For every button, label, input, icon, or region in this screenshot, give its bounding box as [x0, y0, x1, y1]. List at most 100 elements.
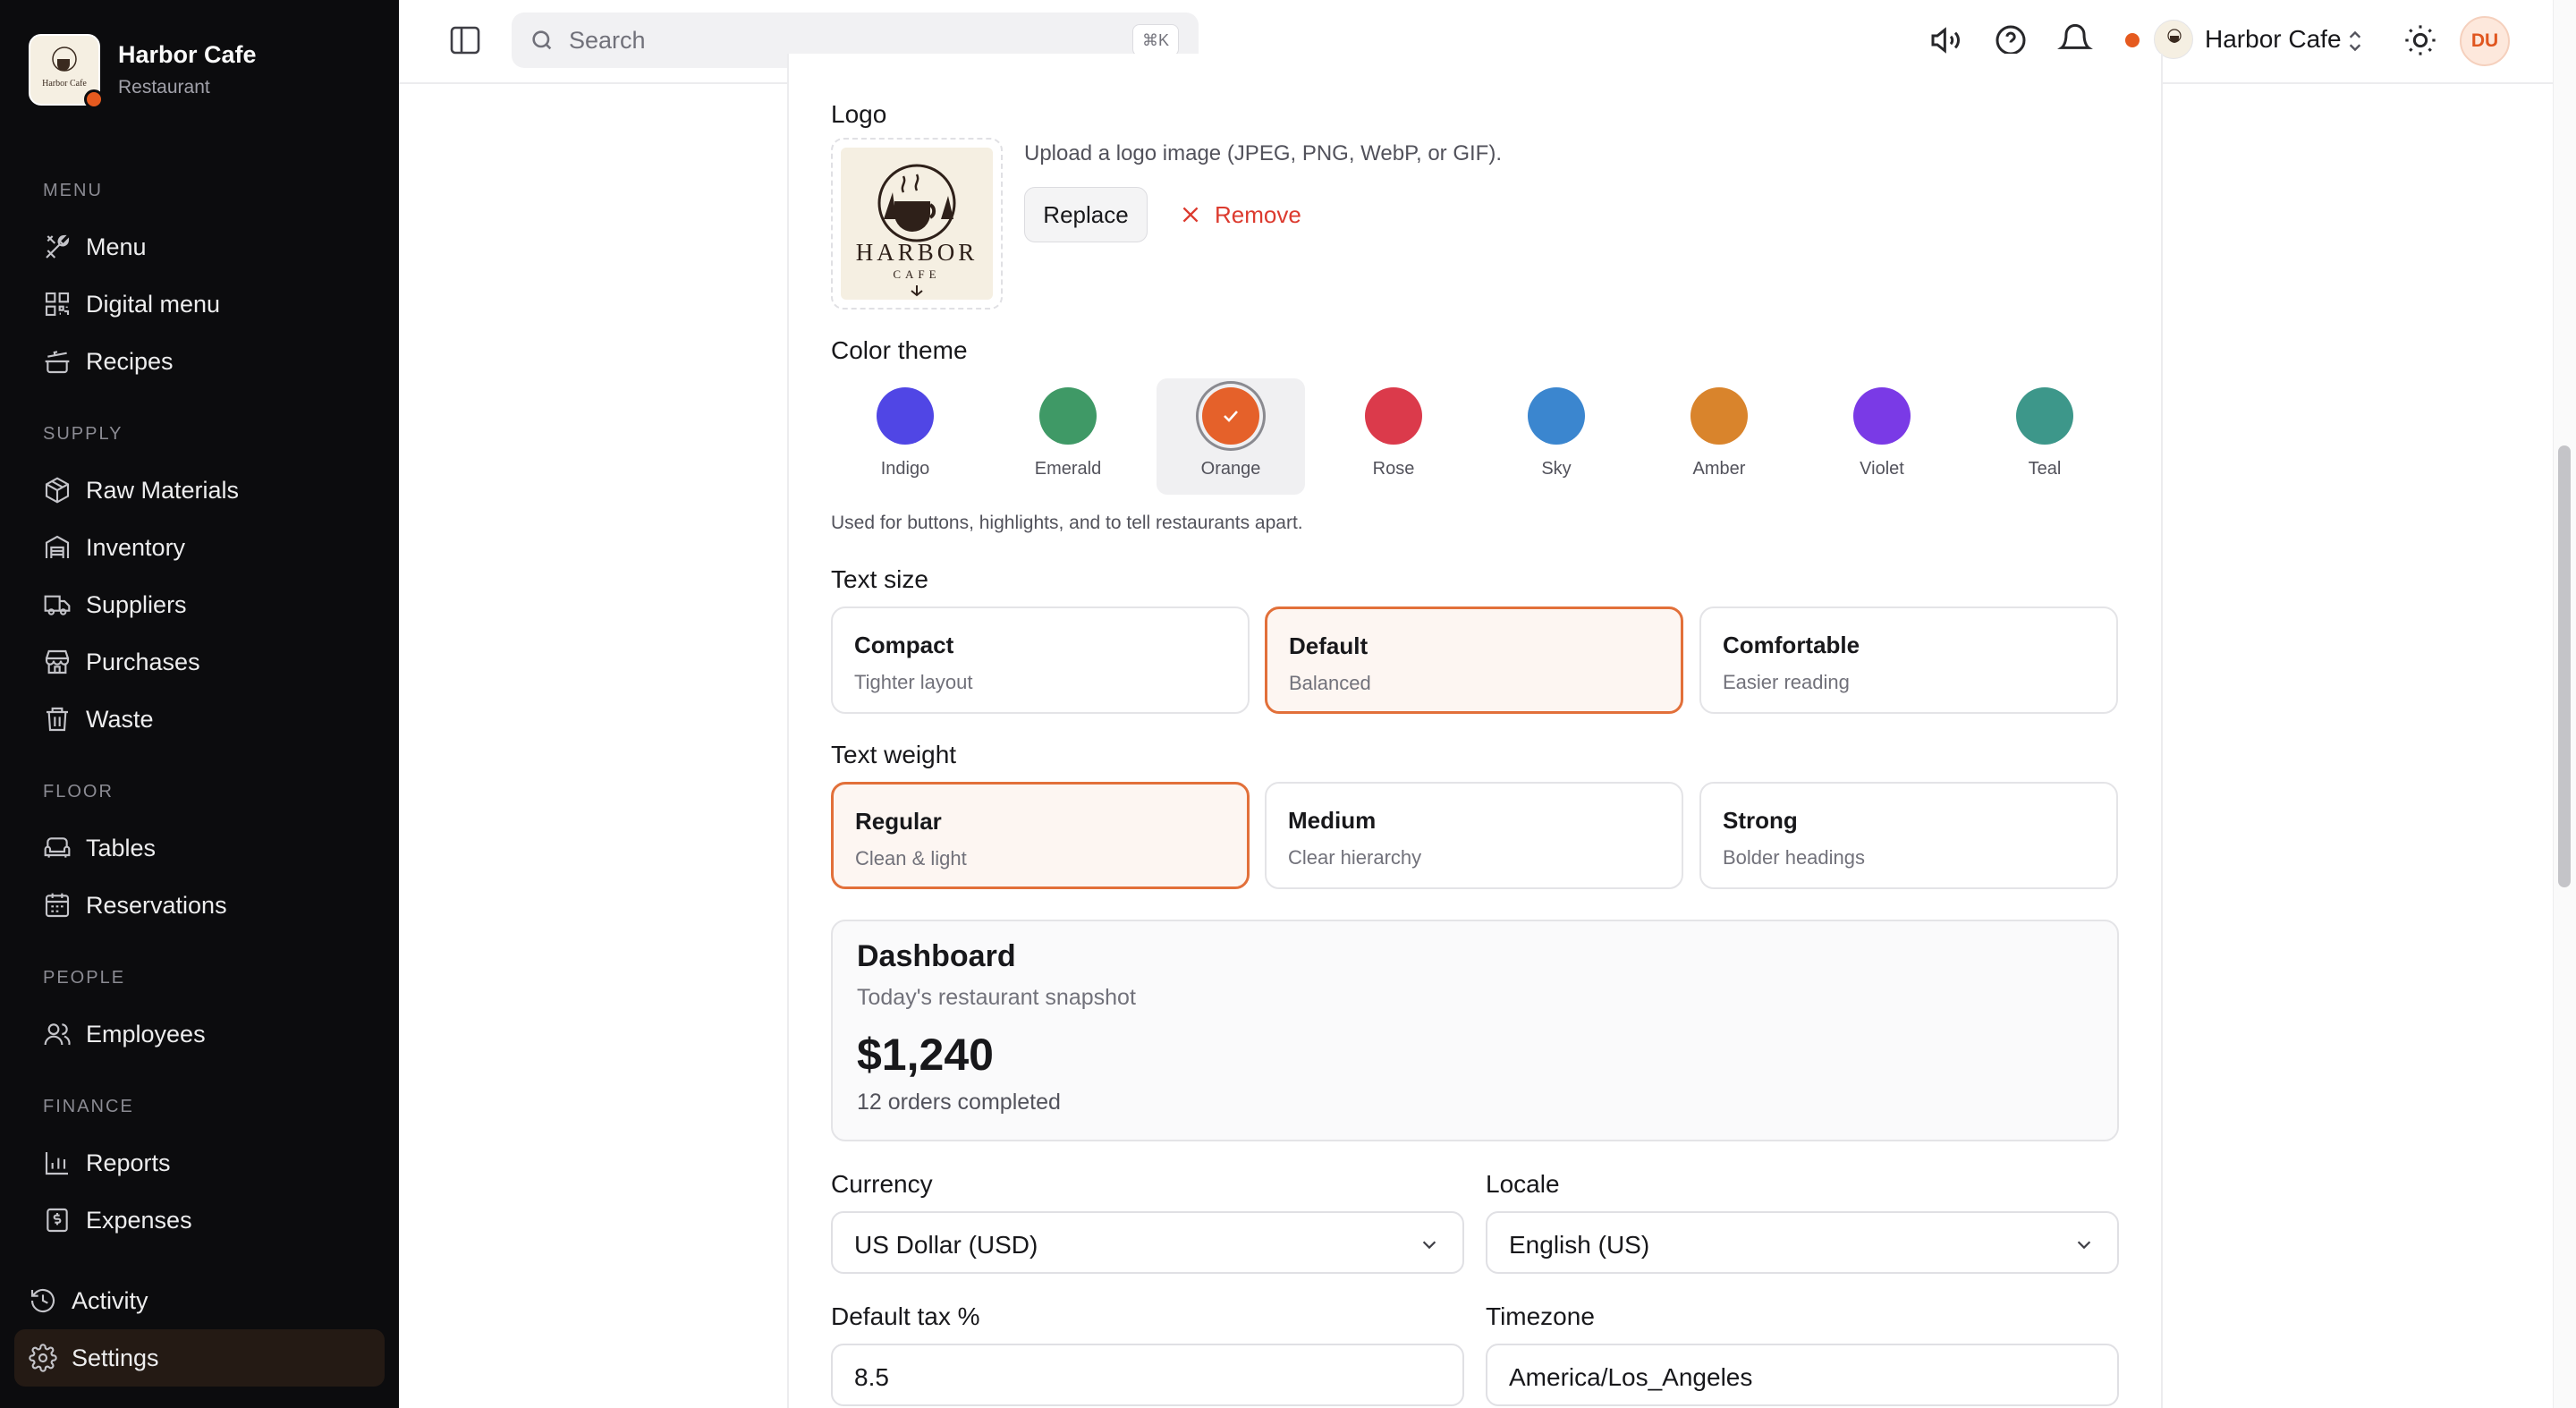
user-avatar[interactable]: DU — [2460, 16, 2510, 66]
sidebar-item-waste[interactable]: Waste — [43, 696, 154, 742]
brand-name: Harbor Cafe — [118, 41, 257, 68]
chevron-down-icon — [2077, 1241, 2091, 1250]
sidebar-item-reports[interactable]: Reports — [43, 1140, 171, 1186]
remove-logo-button[interactable]: Remove — [1179, 187, 1301, 242]
bell-icon[interactable] — [2057, 22, 2093, 58]
option-subtitle: Clear hierarchy — [1288, 846, 1422, 869]
sidebar-item-recipes[interactable]: Recipes — [43, 338, 174, 385]
text-weight-regular[interactable]: Regular Clean & light — [831, 782, 1250, 889]
option-subtitle: Balanced — [1289, 672, 1371, 694]
timezone-label: Timezone — [1486, 1302, 1595, 1330]
text-weight-medium[interactable]: Medium Clear hierarchy — [1265, 782, 1683, 889]
bar-chart-icon — [45, 1152, 68, 1175]
sofa-icon — [44, 837, 71, 858]
sidebar-item-reservations[interactable]: Reservations — [43, 882, 227, 929]
sidebar-item-suppliers[interactable]: Suppliers — [43, 581, 187, 628]
color-theme-label: Color theme — [831, 336, 968, 364]
sidebar-item-employees[interactable]: Employees — [43, 1011, 206, 1057]
text-size-default[interactable]: Default Balanced — [1265, 606, 1683, 714]
locale-value: English (US) — [1509, 1231, 1650, 1259]
swatch-orange[interactable]: Orange — [1157, 378, 1305, 495]
svg-text:HARBOR: HARBOR — [856, 239, 979, 266]
sidebar-item-purchases[interactable]: Purchases — [43, 639, 200, 685]
sidebar-toggle-icon[interactable] — [449, 25, 483, 55]
currency-value: US Dollar (USD) — [854, 1231, 1038, 1259]
swatch-amber[interactable]: Amber — [1645, 378, 1793, 495]
sidebar-item-label: Tables — [86, 834, 157, 861]
svg-text:Harbor Cafe: Harbor Cafe — [42, 79, 87, 89]
sidebar-item-label: Purchases — [86, 648, 200, 675]
scrollbar-thumb[interactable] — [2558, 445, 2571, 887]
sidebar-item-label: Activity — [72, 1286, 148, 1314]
svg-text:CAFE: CAFE — [893, 267, 940, 281]
text-weight-strong[interactable]: Strong Bolder headings — [1699, 782, 2118, 889]
close-icon — [1182, 207, 1199, 223]
utensils-icon — [46, 234, 70, 259]
swatch-sky[interactable]: Sky — [1482, 378, 1631, 495]
section-menu: MENU — [43, 181, 103, 200]
swatch-circle — [1528, 387, 1585, 445]
package-icon — [45, 477, 70, 504]
preview-title: Dashboard — [857, 939, 1016, 973]
swatch-label: Sky — [1541, 459, 1572, 479]
store-icon — [45, 649, 70, 674]
check-icon — [1202, 387, 1259, 445]
option-subtitle: Clean & light — [855, 847, 967, 869]
sidebar-item-menu[interactable]: Menu — [43, 224, 147, 270]
swatch-emerald[interactable]: Emerald — [994, 378, 1142, 495]
org-switcher-name[interactable]: Harbor Cafe — [2205, 25, 2342, 54]
tax-input[interactable]: 8.5 — [831, 1344, 1464, 1406]
sun-icon[interactable] — [2402, 22, 2438, 58]
swatch-violet[interactable]: Violet — [1808, 378, 1956, 495]
trash-icon — [47, 707, 68, 732]
search-shortcut: ⌘K — [1132, 24, 1179, 56]
chevron-down-icon — [1422, 1241, 1436, 1250]
sidebar-item-label: Waste — [86, 705, 154, 733]
remove-logo-label: Remove — [1215, 200, 1301, 228]
warehouse-icon — [45, 535, 70, 558]
search-placeholder: Search — [569, 27, 646, 54]
sidebar-item-expenses[interactable]: Expenses — [43, 1197, 192, 1243]
sidebar-item-label: Menu — [86, 233, 147, 260]
swatch-rose[interactable]: Rose — [1319, 378, 1468, 495]
locale-select[interactable]: English (US) — [1486, 1211, 2119, 1274]
users-icon — [44, 1023, 71, 1046]
option-subtitle: Easier reading — [1723, 671, 1850, 693]
color-theme-help: Used for buttons, highlights, and to tel… — [831, 513, 1303, 533]
text-size-comfortable[interactable]: Comfortable Easier reading — [1699, 606, 2118, 714]
section-finance: FINANCE — [43, 1097, 134, 1116]
org-status-dot — [2125, 33, 2140, 47]
search-icon — [530, 28, 555, 57]
section-supply: SUPPLY — [43, 424, 123, 444]
sidebar-item-label: Employees — [86, 1020, 206, 1048]
sidebar-item-settings[interactable]: Settings — [29, 1335, 159, 1381]
text-size-compact[interactable]: Compact Tighter layout — [831, 606, 1250, 714]
sidebar-item-label: Reservations — [86, 891, 227, 919]
preview-subtitle: Today's restaurant snapshot — [857, 985, 1136, 1010]
preview-orders: 12 orders completed — [857, 1090, 1061, 1115]
history-icon — [30, 1288, 55, 1313]
swatch-teal[interactable]: Teal — [1970, 378, 2119, 495]
sidebar-item-label: Settings — [72, 1344, 159, 1371]
sidebar-item-digital-menu[interactable]: Digital menu — [43, 281, 220, 327]
brand-subtitle: Restaurant — [118, 77, 210, 98]
sidebar-item-label: Expenses — [86, 1206, 192, 1234]
timezone-input[interactable]: America/Los_Angeles — [1486, 1344, 2119, 1406]
speaker-icon[interactable] — [1928, 22, 1964, 58]
qr-code-icon — [45, 292, 70, 317]
sidebar-item-label: Suppliers — [86, 590, 187, 618]
sidebar-item-label: Raw Materials — [86, 476, 240, 504]
cooking-pot-icon — [45, 351, 70, 374]
sidebar-item-label: Inventory — [86, 533, 186, 561]
swatch-circle — [877, 387, 934, 445]
currency-select[interactable]: US Dollar (USD) — [831, 1211, 1464, 1274]
sidebar-item-tables[interactable]: Tables — [43, 825, 156, 871]
sidebar-item-activity[interactable]: Activity — [29, 1277, 148, 1324]
swatch-indigo[interactable]: Indigo — [831, 378, 979, 495]
chevrons-updown-icon[interactable] — [2343, 27, 2367, 60]
help-icon[interactable] — [1993, 22, 2029, 58]
replace-logo-button[interactable]: Replace — [1024, 187, 1148, 242]
sidebar-item-inventory[interactable]: Inventory — [43, 524, 185, 571]
sidebar-item-raw-materials[interactable]: Raw Materials — [43, 467, 239, 513]
locale-label: Locale — [1486, 1170, 1560, 1198]
